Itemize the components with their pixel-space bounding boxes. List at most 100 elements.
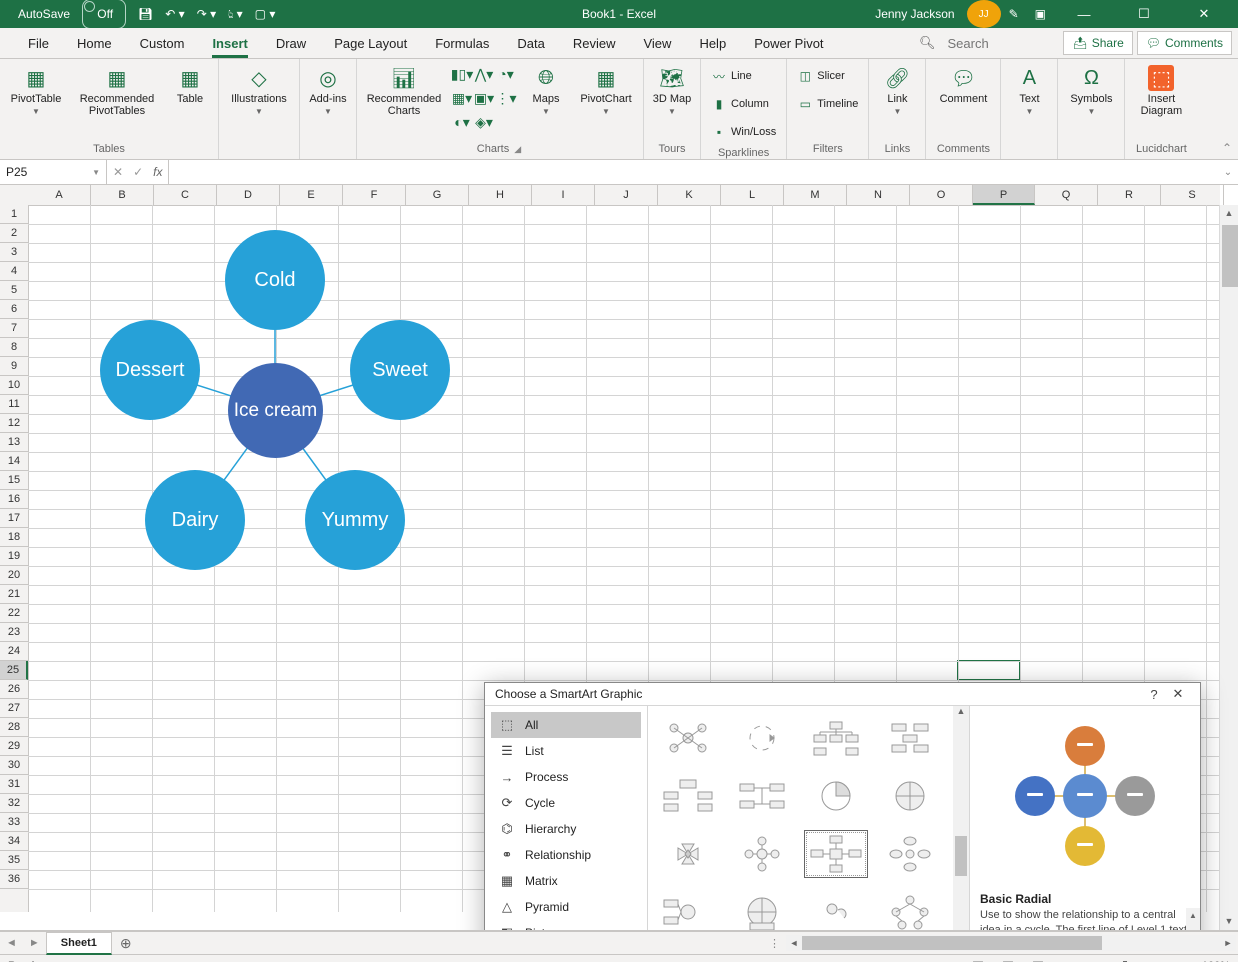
undo-button[interactable]: ↶ ▾ <box>159 0 190 28</box>
cat-cycle[interactable]: ⟳Cycle <box>491 790 641 816</box>
row-header-28[interactable]: 28 <box>0 718 28 737</box>
scroll-thumb[interactable] <box>1222 225 1238 287</box>
sheet-tab-1[interactable]: Sheet1 <box>46 932 112 955</box>
thumb-2[interactable] <box>730 714 794 762</box>
addins-button[interactable]: ◎Add-ins▼ <box>306 63 350 118</box>
row-header-10[interactable]: 10 <box>0 376 28 395</box>
symbols-button[interactable]: ΩSymbols▼ <box>1064 63 1118 118</box>
spreadsheet-grid[interactable]: ABCDEFGHIJKLMNOPQRS 12345678910111213141… <box>0 185 1238 931</box>
col-header-E[interactable]: E <box>280 185 343 205</box>
sheet-nav-prev[interactable]: ◄ <box>0 937 23 949</box>
tab-file[interactable]: File <box>14 28 63 58</box>
row-header-30[interactable]: 30 <box>0 756 28 775</box>
scroll-up-button[interactable]: ▲ <box>1220 205 1238 222</box>
row-header-17[interactable]: 17 <box>0 509 28 528</box>
dialog-help-button[interactable]: ? <box>1142 687 1166 702</box>
enter-formula-icon[interactable]: ✓ <box>133 165 143 179</box>
scroll-down-button[interactable]: ▼ <box>1220 913 1238 930</box>
row-header-5[interactable]: 5 <box>0 281 28 300</box>
close-button[interactable]: ✕ <box>1174 0 1234 28</box>
row-header-6[interactable]: 6 <box>0 300 28 319</box>
vertical-scrollbar[interactable]: ▲ ▼ <box>1219 205 1238 930</box>
cat-picture[interactable]: ◧Picture <box>491 920 641 931</box>
pie-chart-button[interactable]: ◔▾ <box>495 63 517 85</box>
timeline-button[interactable]: ▭Timeline <box>793 91 862 117</box>
row-header-12[interactable]: 12 <box>0 414 28 433</box>
col-header-B[interactable]: B <box>91 185 154 205</box>
touch-mode-button[interactable]: 👆︎ ▾ <box>222 0 249 28</box>
new-sheet-button[interactable]: ⊕ <box>112 935 140 952</box>
table-button[interactable]: ▦Table <box>168 63 212 107</box>
collapse-ribbon-button[interactable]: ⌃ <box>1222 141 1232 155</box>
row-header-32[interactable]: 32 <box>0 794 28 813</box>
col-header-S[interactable]: S <box>1161 185 1224 205</box>
thumb-5[interactable] <box>656 772 720 820</box>
fx-icon[interactable]: fx <box>153 165 162 179</box>
thumb-16[interactable] <box>878 888 942 931</box>
maximize-button[interactable]: ☐ <box>1114 0 1174 28</box>
redo-button[interactable]: ↷ ▾ <box>191 0 222 28</box>
tab-view[interactable]: View <box>629 28 685 58</box>
thumb-15[interactable] <box>804 888 868 931</box>
col-header-Q[interactable]: Q <box>1035 185 1098 205</box>
row-header-35[interactable]: 35 <box>0 851 28 870</box>
sheet-nav-next[interactable]: ► <box>23 937 46 949</box>
smartart-thumbnails[interactable]: Hierarchy ▲▼ <box>648 706 970 931</box>
hscroll-thumb[interactable] <box>802 936 1102 950</box>
col-header-D[interactable]: D <box>217 185 280 205</box>
col-header-I[interactable]: I <box>532 185 595 205</box>
ribbon-display-icon[interactable]: ▣ <box>1027 0 1054 28</box>
cancel-formula-icon[interactable]: ✕ <box>113 165 123 179</box>
tab-custom[interactable]: Custom <box>126 28 199 58</box>
cat-matrix[interactable]: ▦Matrix <box>491 868 641 894</box>
name-box[interactable]: P25▼ <box>0 160 107 184</box>
thumb-9[interactable] <box>656 830 720 878</box>
row-header-25[interactable]: 25 <box>0 661 28 680</box>
charts-dialog-launcher[interactable]: ◢ <box>512 144 523 154</box>
row-header-19[interactable]: 19 <box>0 547 28 566</box>
col-header-G[interactable]: G <box>406 185 469 205</box>
row-header-8[interactable]: 8 <box>0 338 28 357</box>
recommended-charts-button[interactable]: 📊︎Recommended Charts <box>363 63 445 119</box>
thumb-8[interactable] <box>878 772 942 820</box>
comment-button[interactable]: 💬︎Comment <box>932 63 994 107</box>
cat-all[interactable]: ⬚All <box>491 712 641 738</box>
pagelayout-view-button[interactable]: ▤ <box>997 958 1019 962</box>
smartart-diagram[interactable]: Ice cream Cold Sweet Yummy Dairy Dessert <box>70 205 480 615</box>
row-header-1[interactable]: 1 <box>0 205 28 224</box>
row-header-14[interactable]: 14 <box>0 452 28 471</box>
scatter-chart-button[interactable]: ⋮▾ <box>495 87 517 109</box>
col-header-H[interactable]: H <box>469 185 532 205</box>
row-header-2[interactable]: 2 <box>0 224 28 243</box>
col-header-P[interactable]: P <box>973 185 1035 205</box>
autosave-toggle[interactable]: AutoSave Off <box>6 0 132 28</box>
diagram-center-node[interactable]: Ice cream <box>228 363 323 458</box>
col-header-L[interactable]: L <box>721 185 784 205</box>
row-header-23[interactable]: 23 <box>0 623 28 642</box>
thumb-6[interactable] <box>730 772 794 820</box>
surface-chart-button[interactable]: ◈▾ <box>473 111 495 133</box>
qat-customize-button[interactable]: ▢ ▾ <box>249 0 282 28</box>
illustrations-button[interactable]: ◇Illustrations▼ <box>225 63 293 118</box>
cat-hierarchy[interactable]: ⌬Hierarchy <box>491 816 641 842</box>
sparkline-winloss-button[interactable]: ▪Win/Loss <box>707 119 780 145</box>
3dmap-button[interactable]: 🗺︎3D Map▼ <box>650 63 694 118</box>
thumb-3[interactable] <box>804 714 868 762</box>
thumb-scroll-up[interactable]: ▲ <box>953 706 969 722</box>
tab-formulas[interactable]: Formulas <box>421 28 503 58</box>
recommended-pivottables-button[interactable]: ▦Recommended PivotTables <box>72 63 162 119</box>
col-header-C[interactable]: C <box>154 185 217 205</box>
line-chart-button[interactable]: ⋀▾ <box>473 63 495 85</box>
thumb-7[interactable] <box>804 772 868 820</box>
sparkline-line-button[interactable]: 〰Line <box>707 63 780 89</box>
cat-process[interactable]: →Process <box>491 764 641 790</box>
search-icon[interactable]: 🔍︎ <box>913 35 942 51</box>
tab-draw[interactable]: Draw <box>262 28 320 58</box>
row-header-11[interactable]: 11 <box>0 395 28 414</box>
tab-review[interactable]: Review <box>559 28 630 58</box>
maps-button[interactable]: 🌐︎Maps▼ <box>523 63 569 118</box>
pivottable-button[interactable]: ▦PivotTable▼ <box>6 63 66 118</box>
stat-chart-button[interactable]: ▣▾ <box>473 87 495 109</box>
col-header-O[interactable]: O <box>910 185 973 205</box>
row-headers[interactable]: 1234567891011121314151617181920212223242… <box>0 205 29 912</box>
